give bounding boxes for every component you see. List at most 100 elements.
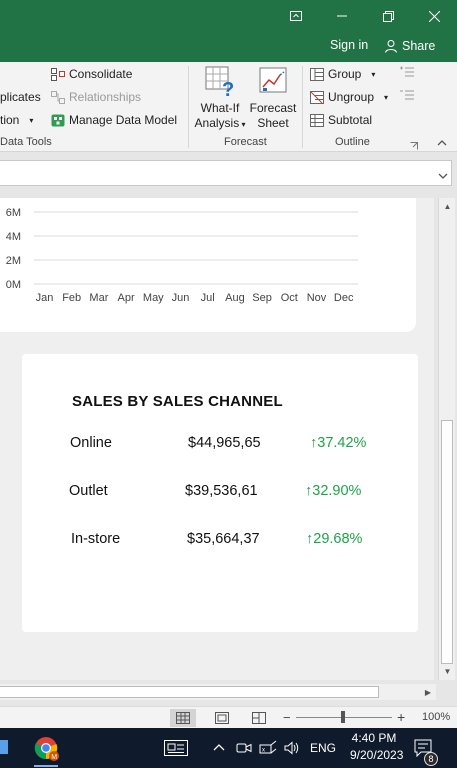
ungroup-button[interactable]: Ungroup ▾ [310,90,388,104]
manage-data-model-button[interactable]: Manage Data Model [51,113,177,127]
restore-icon[interactable] [365,0,411,32]
clock-time: 4:40 PM [351,731,397,745]
group-icon [310,67,324,81]
page-layout-view-icon[interactable] [209,709,235,727]
forecast-sheet-icon [259,67,287,93]
chevron-down-icon: ▾ [239,120,246,129]
what-if-icon: ? [205,66,234,98]
zoom-level[interactable]: 100% [422,711,450,723]
x-tick-label: Mar [89,292,108,304]
minimize-icon[interactable] [319,0,365,32]
ungroup-icon [310,90,324,104]
person-icon [385,40,397,53]
horizontal-scrollbar[interactable]: ▶ [0,684,436,700]
channel-change: ↑32.90% [305,483,362,499]
outline-group-label: Outline [335,136,370,148]
x-tick-label: Sep [252,292,272,304]
volume-icon[interactable] [283,740,299,759]
ribbon: plicates tion ▾ Consolidate Relationship… [0,62,457,152]
scroll-right-icon[interactable]: ▶ [420,686,436,698]
channel-name: Online [70,435,112,451]
monthly-sales-chart: 6M 4M 2M 0M Jan Feb Mar Apr May Jun Jul Aug Sep Oct No… [6,207,358,304]
taskbar-app-icon[interactable] [0,740,8,754]
scroll-up-icon[interactable]: ▲ [439,198,456,215]
hide-detail-icon[interactable] [400,89,414,104]
channel-amount: $35,664,37 [187,531,260,547]
what-if-analysis-button[interactable]: ? What-If Analysis ▾ [194,66,246,132]
network-icon[interactable]: x [259,740,277,759]
ribbon-separator [302,66,303,148]
sales-channel-card: SALES BY SALES CHANNEL Online $44,965,65… [22,354,418,632]
y-tick-label: 6M [6,207,21,219]
zoom-in-button[interactable]: + [397,709,405,725]
subtotal-button[interactable]: Subtotal [310,113,372,127]
show-detail-icon[interactable] [400,66,414,81]
channel-name: In-store [71,531,121,547]
x-tick-label: May [143,292,164,304]
zoom-out-button[interactable]: − [283,710,291,725]
expand-formula-bar-icon[interactable] [438,167,448,185]
ribbon-display-options-icon[interactable] [273,0,319,32]
monthly-chart-card: 6M 4M 2M 0M Jan Feb Mar Apr May Jun Jul Aug Sep Oct No… [0,198,416,332]
share-label: Share [402,39,436,53]
chrome-icon[interactable]: M [34,736,60,765]
news-widget-icon[interactable] [164,740,188,759]
data-validation-button[interactable]: tion ▾ [0,113,33,127]
remove-duplicates-button[interactable]: plicates [0,90,41,104]
outline-dialog-launcher-icon[interactable] [410,139,418,153]
consolidate-icon [51,67,65,81]
horizontal-scroll-thumb[interactable] [0,686,379,698]
chevron-down-icon: ▾ [371,69,376,79]
taskbar: M x ENG 4:40 PM 9/20/2023 8 [0,728,457,768]
sales-card-title: SALES BY SALES CHANNEL [72,393,283,410]
collapse-ribbon-icon[interactable] [437,136,447,150]
normal-view-icon[interactable] [170,709,196,727]
chevron-down-icon: ▾ [29,115,34,125]
svg-text:x: x [262,748,265,754]
title-bar: Sign in Share [0,0,457,62]
svg-text:M: M [51,754,57,761]
share-button[interactable]: Share [378,34,440,58]
page-break-preview-icon[interactable] [246,709,272,727]
consolidate-button[interactable]: Consolidate [51,67,132,81]
notification-badge: 8 [424,752,438,766]
forecast-group-label: Forecast [224,136,267,148]
meet-now-icon[interactable] [236,740,252,759]
data-model-icon [51,114,65,127]
formula-bar[interactable] [0,160,452,186]
svg-text:?: ? [222,79,234,98]
chevron-down-icon: ▾ [384,92,389,102]
x-tick-label: Oct [281,292,298,304]
vertical-scroll-thumb[interactable] [441,420,453,664]
group-button[interactable]: Group ▾ [310,67,375,81]
y-tick-label: 2M [6,255,21,267]
data-tools-group-label: Data Tools [0,136,52,148]
worksheet-area: 6M 4M 2M 0M Jan Feb Mar Apr May Jun Jul Aug Sep Oct No… [0,198,434,680]
language-indicator[interactable]: ENG [310,741,336,755]
relationships-button[interactable]: Relationships [51,90,141,104]
channel-change: ↑37.42% [310,435,367,451]
show-hidden-icons-icon[interactable] [213,741,225,755]
x-tick-label: Jul [201,292,215,304]
close-icon[interactable] [411,0,457,32]
zoom-slider-thumb[interactable] [341,711,345,723]
subtotal-icon [310,113,324,127]
vertical-scrollbar[interactable]: ▲ ▼ [438,198,455,680]
relationships-icon [51,90,65,104]
clock-date: 9/20/2023 [350,748,404,762]
clock[interactable]: 4:40 PM 9/20/2023 [350,731,404,762]
forecast-sheet-button[interactable]: Forecast Sheet [249,66,297,132]
sign-in-link[interactable]: Sign in [330,38,368,52]
x-tick-label: Jan [36,292,54,304]
channel-amount: $44,965,65 [188,435,261,451]
active-app-indicator [34,765,58,767]
y-tick-label: 0M [6,279,21,291]
x-tick-label: Feb [62,292,81,304]
x-tick-label: Nov [307,292,327,304]
scroll-down-icon[interactable]: ▼ [439,663,456,680]
x-tick-label: Dec [334,292,354,304]
channel-amount: $39,536,61 [185,483,258,499]
status-bar: − + 100% [0,706,457,728]
x-tick-label: Aug [225,292,245,304]
ribbon-separator [188,66,189,148]
